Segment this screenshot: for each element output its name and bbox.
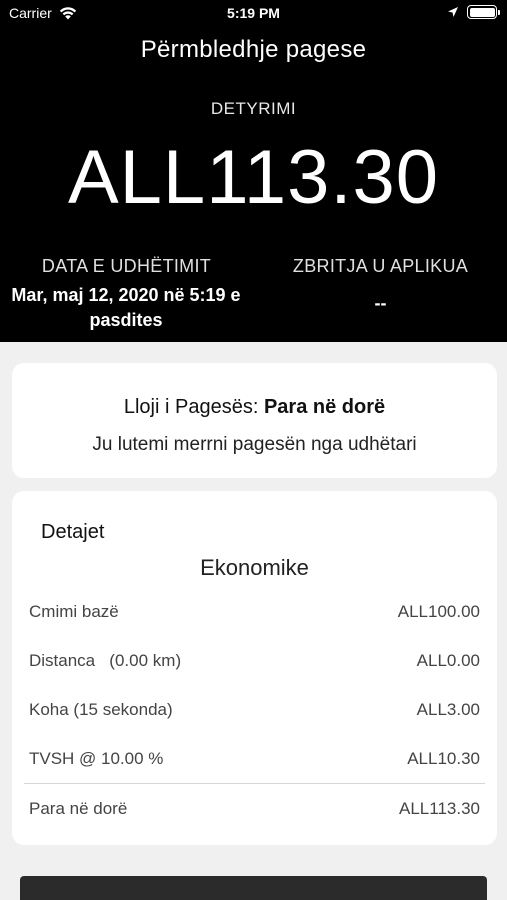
discount-value: -- [374,293,387,313]
fare-row-value: ALL10.30 [407,749,480,768]
details-title: Detajet [41,521,105,543]
discount-block: ZBRITJA U APLIKUA -- [254,256,507,316]
location-arrow-icon [448,7,458,17]
fare-row-label: Koha (15 sekonda) [29,700,173,719]
fare-total-label: Para në dorë [29,799,128,818]
payment-type-label: Lloji i Pagesës: [123,396,259,418]
payment-note: Ju lutemi merrni pagesën nga udhëtari [92,434,417,455]
fare-row-label: Distanca (0.00 km) [29,651,182,670]
page-title: Përmbledhje pagese [140,36,367,63]
amount-due-label: DETYRIMI [210,99,297,118]
fare-row-label: TVSH @ 10.00 % [29,749,164,768]
fare-row-value: ALL0.00 [416,651,480,670]
fare-row-label: Cmimi bazë [29,602,119,621]
fare-row: Distanca (0.00 km) ALL0.00 [29,646,480,676]
fare-details-card: Detajet Ekonomike Cmimi bazë ALL100.00 D… [12,491,497,845]
trip-date-label: DATA E UDHËTIMIT [41,256,212,276]
fare-row-value: ALL3.00 [416,700,480,719]
amount-due-value: ALL113.30 [67,135,440,220]
trip-date-value: Mar, maj 12, 2020 në 5:19 e pasdites [11,285,241,330]
status-time: 5:19 PM [227,5,280,21]
fare-row-value: ALL100.00 [397,602,480,621]
payment-type-card: Lloji i Pagesës: Para në dorë Ju lutemi … [12,363,497,478]
payment-type: Lloji i Pagesës: Para në dorë [12,396,497,419]
status-right-icons [447,5,500,19]
fare-row: Cmimi bazë ALL100.00 [29,597,480,627]
payment-summary-header: Carrier 5:19 PM Përmbledhje pagese DETYR… [0,0,507,342]
status-bar: Carrier 5:19 PM [0,0,507,28]
trip-date-block: DATA E UDHËTIMIT Mar, maj 12, 2020 në 5:… [0,256,253,333]
vehicle-class: Ekonomike [200,555,309,580]
fare-total-value: ALL113.30 [399,799,480,818]
fare-row: TVSH @ 10.00 % ALL10.30 [29,744,480,774]
battery-icon [467,5,500,19]
fare-total-row: Para në dorë ALL113.30 [29,794,480,824]
total-divider [24,783,485,784]
bottom-action-button[interactable] [20,876,487,900]
payment-type-value: Para në dorë [263,396,386,418]
discount-label: ZBRITJA U APLIKUA [292,256,469,276]
fare-row: Koha (15 sekonda) ALL3.00 [29,695,480,725]
